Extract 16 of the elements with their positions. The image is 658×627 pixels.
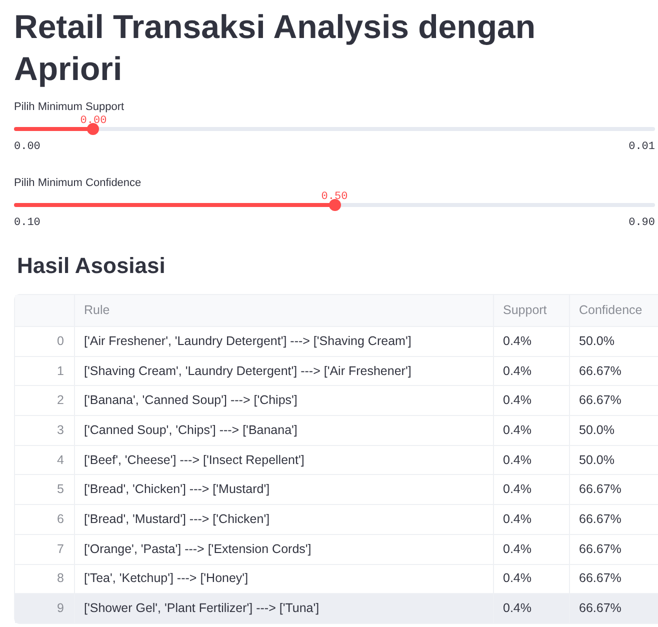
slider-thumb[interactable] <box>328 199 340 211</box>
slider-min: 0.00 <box>14 140 40 154</box>
slider-thumb[interactable] <box>87 123 100 135</box>
slider-value: 0.00 <box>80 115 107 127</box>
table-cell: 66.67% <box>570 594 658 623</box>
section-heading: Hasil Asosiasi <box>17 252 166 280</box>
table-cell: ['Shower Gel', 'Plant Fertilizer'] ---> ['Tuna'] <box>75 594 494 623</box>
slider-value: 0.50 <box>321 191 348 203</box>
slider-max: 0.90 <box>628 216 655 230</box>
row-index: 9 <box>15 594 75 623</box>
page-title: Retail Transaksi Analysis dengan Apriori <box>14 7 536 89</box>
slider-label: Pilih Minimum Confidence <box>14 176 142 190</box>
slider-max: 0.01 <box>628 140 655 154</box>
table-cell: 0.4% <box>494 594 570 623</box>
slider-min: 0.10 <box>14 216 40 230</box>
slider-label: Pilih Minimum Support <box>14 100 126 114</box>
